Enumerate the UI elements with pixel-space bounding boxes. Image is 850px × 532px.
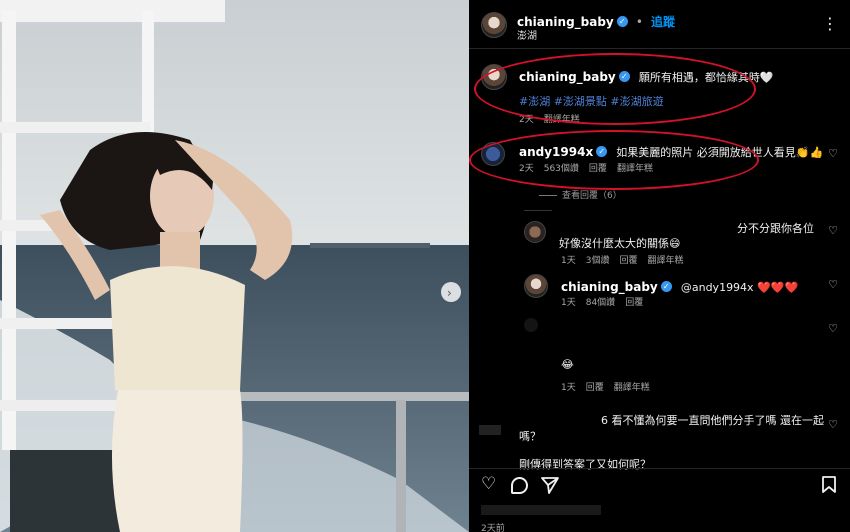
- reply-avatar[interactable]: [524, 221, 546, 243]
- reply-avatar[interactable]: [479, 425, 501, 435]
- reply-likes[interactable]: 3個讚: [586, 256, 610, 266]
- view-replies-label[interactable]: 查看回覆（6）: [562, 191, 622, 201]
- post-time: 2天前: [481, 524, 505, 532]
- reply-time: 1天: [561, 256, 576, 266]
- post-photo-image: ›: [0, 0, 469, 532]
- verified-badge-icon: ✓: [616, 16, 628, 27]
- verified-badge-icon: ✓: [660, 281, 672, 292]
- reply-text-line2: 嗎？: [519, 430, 541, 443]
- header-location[interactable]: 澎湖: [517, 27, 537, 42]
- header-avatar[interactable]: [481, 12, 507, 38]
- reply-like-heart-icon[interactable]: ♡: [828, 418, 838, 431]
- reply-text: 😂: [561, 358, 574, 371]
- reply-reply-button[interactable]: 回覆: [625, 298, 643, 308]
- send-icon[interactable]: [541, 476, 559, 498]
- reply-meta: 1天 84個讚 回覆: [561, 295, 653, 308]
- comment-like-heart-icon[interactable]: ♡: [828, 147, 838, 160]
- comments-panel: chianing_baby ✓ • 追蹤 澎湖 ⋮ chianing_baby ✓ …: [469, 0, 850, 532]
- svg-text:›: ›: [447, 286, 452, 300]
- reply-meta: 1天 3個讚 回覆 翻譯年糕: [561, 253, 694, 266]
- reply-like-heart-icon[interactable]: ♡: [828, 278, 838, 291]
- view-replies-button[interactable]: 查看回覆（6）: [539, 188, 632, 201]
- reply-like-heart-icon[interactable]: ♡: [828, 224, 838, 237]
- header-divider: [469, 48, 850, 49]
- post-photo: ›: [0, 0, 469, 532]
- reply-text-line2: 好像沒什麼太大的關係😄: [559, 237, 681, 250]
- header-user: chianing_baby ✓ • 追蹤: [517, 11, 675, 30]
- view-replies-line: [539, 195, 557, 196]
- more-vertical-icon[interactable]: ⋮: [822, 14, 838, 33]
- actions-divider: [469, 468, 850, 469]
- dot-separator: •: [635, 15, 643, 29]
- reply-reply-button[interactable]: 回覆: [619, 256, 637, 266]
- bookmark-icon[interactable]: [822, 476, 836, 497]
- reply-meta: 1天 回覆 翻譯年糕: [561, 380, 660, 393]
- reply-reply-button[interactable]: 回覆: [586, 383, 604, 393]
- reply-text: @andy1994x ❤️❤️❤️: [680, 281, 799, 294]
- reply-username[interactable]: chianing_baby: [561, 280, 658, 294]
- highlight-ring-caption: [474, 53, 756, 125]
- reply-like-heart-icon[interactable]: ♡: [828, 322, 838, 335]
- likes-summary[interactable]: [481, 505, 601, 515]
- reply-likes[interactable]: 84個讚: [586, 298, 615, 308]
- follow-button[interactable]: 追蹤: [651, 15, 675, 29]
- reply-text-line1: 6 看不懂為何要一直問他們分手了嗎 還在一起: [601, 414, 824, 427]
- reply-avatar[interactable]: [524, 274, 548, 298]
- reply-text-line1: 分不分跟你各位: [737, 222, 814, 235]
- reply-time: 1天: [561, 298, 576, 308]
- reply-line: chianing_baby ✓ @andy1994x ❤️❤️❤️: [561, 276, 798, 295]
- reply-avatar[interactable]: [524, 318, 538, 332]
- reply-translate[interactable]: 翻譯年糕: [647, 256, 683, 266]
- reply-translate[interactable]: 翻譯年糕: [614, 383, 650, 393]
- comment-icon[interactable]: [511, 477, 528, 494]
- reply-time: 1天: [561, 383, 576, 393]
- heart-icon[interactable]: ♡: [481, 476, 496, 493]
- reply-divider: [524, 210, 552, 211]
- highlight-ring-comment: [469, 130, 759, 190]
- reply-text-line3: 剛傳得到答案了又如何呢？: [519, 458, 651, 471]
